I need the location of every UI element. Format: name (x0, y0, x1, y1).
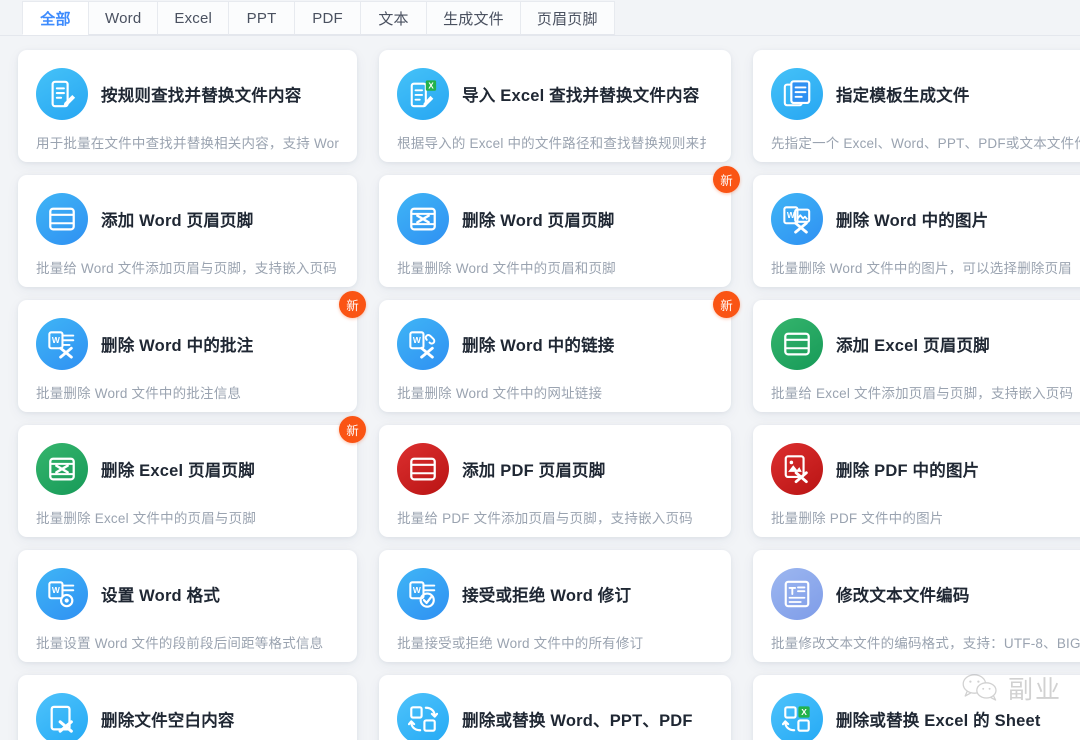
tool-card[interactable]: 新修改文本文件编码批量修改文本文件的编码格式，支持：UTF-8、BIG (753, 550, 1080, 662)
tab-文本[interactable]: 文本 (360, 1, 426, 35)
document-edit-icon (36, 68, 88, 120)
svg-text:W: W (787, 210, 795, 220)
tab-all[interactable]: 全部 (22, 1, 88, 35)
tool-card[interactable]: 新添加 PDF 页眉页脚批量给 PDF 文件添加页眉与页脚，支持嵌入页码 (379, 425, 731, 537)
card-title: 删除 Word 页眉页脚 (462, 207, 614, 231)
tab-excel[interactable]: Excel (157, 1, 228, 35)
tab-生成文件[interactable]: 生成文件 (426, 1, 520, 35)
tool-card[interactable]: 新W删除 Word 中的批注批量删除 Word 文件中的批注信息 (18, 300, 357, 412)
tab-word[interactable]: Word (88, 1, 157, 35)
word-link-delete-icon: W (397, 318, 449, 370)
card-description: 批量删除 Word 文件中的批注信息 (36, 382, 339, 402)
svg-text:W: W (413, 585, 421, 595)
card-description: 批量给 PDF 文件添加页眉与页脚，支持嵌入页码 (397, 507, 713, 527)
tool-card[interactable]: 新删除 Excel 页眉页脚批量删除 Excel 文件中的页眉与页脚 (18, 425, 357, 537)
tool-card[interactable]: 新删除 PDF 中的图片批量删除 PDF 文件中的图片 (753, 425, 1080, 537)
card-title: 删除或替换 Word、PPT、PDF (462, 707, 693, 731)
card-description: 根据导入的 Excel 中的文件路径和查找替换规则来扌 (397, 132, 713, 152)
card-description: 批量设置 Word 文件的段前段后间距等格式信息 (36, 632, 339, 652)
tool-card[interactable]: 新W删除 Word 中的链接批量删除 Word 文件中的网址链接 (379, 300, 731, 412)
pdf-header-footer-add-icon (397, 443, 449, 495)
card-description: 批量接受或拒绝 Word 文件中的所有修订 (397, 632, 713, 652)
tool-card[interactable]: 新按规则查找并替换文件内容用于批量在文件中查找并替换相关内容，支持 Wor (18, 50, 357, 162)
card-title: 添加 Excel 页眉页脚 (836, 332, 990, 356)
card-description: 用于批量在文件中查找并替换相关内容，支持 Wor (36, 132, 339, 152)
word-comment-delete-icon: W (36, 318, 88, 370)
card-description: 批量删除 Word 文件中的网址链接 (397, 382, 713, 402)
tool-card[interactable]: 新X导入 Excel 查找并替换文件内容根据导入的 Excel 中的文件路径和查… (379, 50, 731, 162)
card-title: 修改文本文件编码 (836, 582, 970, 606)
tool-card[interactable]: 新删除文件空白内容 (18, 675, 357, 740)
card-title: 按规则查找并替换文件内容 (101, 82, 301, 106)
tool-card[interactable]: 新添加 Word 页眉页脚批量给 Word 文件添加页眉与页脚，支持嵌入页码 (18, 175, 357, 287)
card-title: 导入 Excel 查找并替换文件内容 (462, 82, 699, 106)
new-badge: 新 (713, 166, 740, 193)
card-title: 删除 Word 中的批注 (101, 332, 253, 356)
card-title: 接受或拒绝 Word 修订 (462, 582, 631, 606)
header-footer-delete-icon (397, 193, 449, 245)
svg-text:W: W (52, 585, 60, 595)
category-tab-bar: 全部WordExcelPPTPDF文本生成文件页眉页脚 (0, 0, 1080, 36)
card-description: 批量删除 Word 文件中的页眉和页脚 (397, 257, 713, 277)
pdf-image-delete-icon (771, 443, 823, 495)
svg-text:X: X (428, 81, 434, 90)
svg-text:X: X (801, 707, 807, 717)
card-description: 先指定一个 Excel、Word、PPT、PDF或文本文件作 (771, 132, 1080, 152)
tool-card[interactable]: 新W删除 Word 中的图片批量删除 Word 文件中的图片，可以选择删除页眉 (753, 175, 1080, 287)
svg-text:W: W (413, 335, 421, 345)
word-format-settings-icon: W (36, 568, 88, 620)
tab-pdf[interactable]: PDF (294, 1, 360, 35)
card-title: 删除 Excel 页眉页脚 (101, 457, 255, 481)
card-description: 批量给 Word 文件添加页眉与页脚，支持嵌入页码 (36, 257, 339, 277)
text-encoding-icon (771, 568, 823, 620)
tab-ppt[interactable]: PPT (228, 1, 294, 35)
card-title: 删除 Word 中的链接 (462, 332, 614, 356)
document-edit-excel-icon: X (397, 68, 449, 120)
card-description: 批量删除 PDF 文件中的图片 (771, 507, 1080, 527)
tool-card[interactable]: 新W设置 Word 格式批量设置 Word 文件的段前段后间距等格式信息 (18, 550, 357, 662)
excel-sheet-replace-icon: X (771, 693, 823, 740)
excel-header-footer-delete-icon (36, 443, 88, 495)
replace-swap-icon (397, 693, 449, 740)
card-description: 批量给 Excel 文件添加页眉与页脚，支持嵌入页码 (771, 382, 1080, 402)
card-title: 添加 PDF 页眉页脚 (462, 457, 605, 481)
file-blank-delete-icon (36, 693, 88, 740)
new-badge: 新 (339, 416, 366, 443)
card-title: 删除或替换 Excel 的 Sheet (836, 707, 1041, 731)
tab-页眉页脚[interactable]: 页眉页脚 (520, 1, 615, 35)
excel-header-footer-add-icon (771, 318, 823, 370)
tool-card-grid: 新 按规则查找并替换文件内容用于批量在文件中查找并替换相关内容，支持 Wor 新 X 导… (0, 36, 1080, 740)
card-title: 设置 Word 格式 (101, 582, 220, 606)
tool-card[interactable]: 新添加 Excel 页眉页脚批量给 Excel 文件添加页眉与页脚，支持嵌入页码 (753, 300, 1080, 412)
new-badge: 新 (713, 291, 740, 318)
word-image-delete-icon: W (771, 193, 823, 245)
new-badge: 新 (339, 291, 366, 318)
card-title: 删除 PDF 中的图片 (836, 457, 979, 481)
card-description: 批量删除 Excel 文件中的页眉与页脚 (36, 507, 339, 527)
card-title: 删除 Word 中的图片 (836, 207, 988, 231)
svg-text:W: W (52, 335, 60, 345)
card-description: 批量修改文本文件的编码格式，支持：UTF-8、BIG (771, 632, 1080, 652)
template-copy-icon (771, 68, 823, 120)
card-title: 添加 Word 页眉页脚 (101, 207, 253, 231)
tool-card[interactable]: 新指定模板生成文件先指定一个 Excel、Word、PPT、PDF或文本文件作 (753, 50, 1080, 162)
tool-card[interactable]: 新X删除或替换 Excel 的 Sheet (753, 675, 1080, 740)
word-revision-check-icon: W (397, 568, 449, 620)
card-title: 删除文件空白内容 (101, 707, 235, 731)
card-title: 指定模板生成文件 (836, 82, 970, 106)
tool-card[interactable]: 新删除 Word 页眉页脚批量删除 Word 文件中的页眉和页脚 (379, 175, 731, 287)
tool-card[interactable]: 新删除或替换 Word、PPT、PDF (379, 675, 731, 740)
header-footer-add-icon (36, 193, 88, 245)
tool-card[interactable]: 新W接受或拒绝 Word 修订批量接受或拒绝 Word 文件中的所有修订 (379, 550, 731, 662)
card-description: 批量删除 Word 文件中的图片，可以选择删除页眉 (771, 257, 1080, 277)
